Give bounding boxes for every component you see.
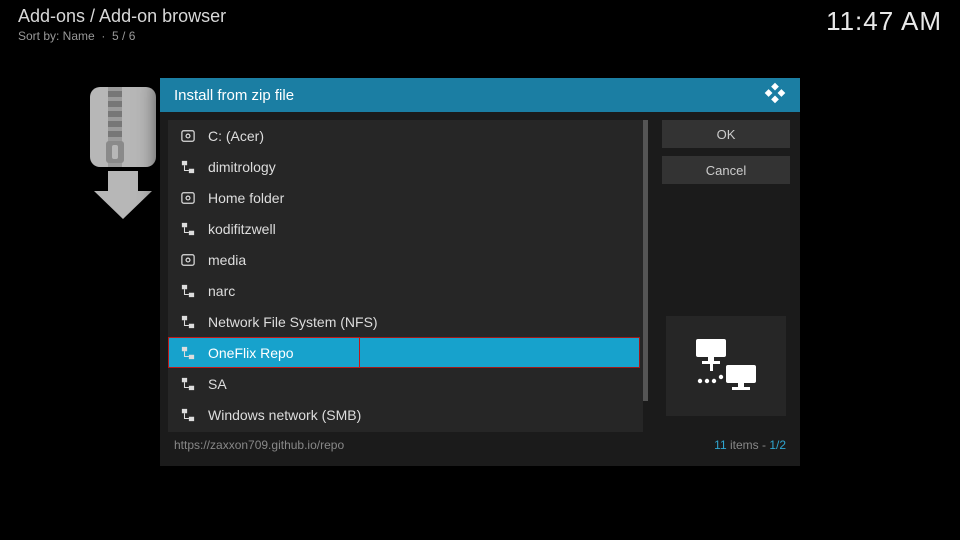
dialog-title: Install from zip file: [174, 87, 294, 104]
sort-label: Sort by: Name: [18, 29, 95, 43]
file-list-item-label: narc: [208, 283, 235, 299]
file-list-item[interactable]: narc: [168, 275, 640, 306]
network-preview-icon: [666, 316, 786, 416]
network-icon: [180, 159, 196, 175]
install-from-zip-dialog: Install from zip file C: (Acer) dimitrolo…: [160, 78, 800, 466]
clock: 11:47 AM: [826, 6, 942, 37]
file-list-item[interactable]: Network File System (NFS): [168, 306, 640, 337]
kodi-logo-icon: [764, 82, 786, 109]
disk-icon: [180, 252, 196, 268]
footer-path: https://zaxxon709.github.io/repo: [174, 438, 344, 452]
network-icon: [180, 376, 196, 392]
file-list-item-label: media: [208, 252, 246, 268]
dialog-footer: https://zaxxon709.github.io/repo 11 item…: [160, 432, 800, 458]
network-icon: [180, 283, 196, 299]
file-list-item[interactable]: media: [168, 244, 640, 275]
network-icon: [180, 407, 196, 423]
footer-item-count: 11 items - 1/2: [714, 438, 786, 452]
file-list-item-label: OneFlix Repo: [208, 345, 294, 361]
cancel-button[interactable]: Cancel: [662, 156, 790, 184]
network-icon: [180, 314, 196, 330]
file-list-item-label: C: (Acer): [208, 128, 264, 144]
breadcrumb: Add-ons / Add-on browser: [18, 6, 226, 27]
file-list-item[interactable]: kodifitzwell: [168, 213, 640, 244]
file-list-item[interactable]: OneFlix Repo: [168, 337, 640, 368]
footer-items-word: items: [730, 438, 759, 452]
network-icon: [180, 345, 196, 361]
disk-icon: [180, 190, 196, 206]
file-list-item-label: Home folder: [208, 190, 284, 206]
footer-page: 1/2: [769, 438, 786, 452]
file-list-item[interactable]: Windows network (SMB): [168, 399, 640, 430]
file-list-item-label: Network File System (NFS): [208, 314, 378, 330]
file-list-item-label: Windows network (SMB): [208, 407, 361, 423]
dialog-side-pane: OK Cancel: [648, 112, 800, 432]
footer-count-number: 11: [714, 438, 726, 452]
sort-position: 5 / 6: [112, 29, 135, 43]
scrollbar-thumb[interactable]: [643, 120, 648, 401]
sort-line: Sort by: Name · 5 / 6: [18, 29, 226, 43]
network-icon: [180, 221, 196, 237]
file-list-item-label: dimitrology: [208, 159, 276, 175]
file-list-item[interactable]: C: (Acer): [168, 120, 640, 151]
scrollbar[interactable]: [643, 120, 648, 432]
file-list-item-label: SA: [208, 376, 227, 392]
file-list-pane: C: (Acer) dimitrology Home folder kodifitzw…: [168, 120, 648, 432]
file-list[interactable]: C: (Acer) dimitrology Home folder kodifitzw…: [168, 120, 640, 432]
file-list-item-label: kodifitzwell: [208, 221, 276, 237]
ok-button[interactable]: OK: [662, 120, 790, 148]
file-list-item[interactable]: dimitrology: [168, 151, 640, 182]
file-list-item[interactable]: SA: [168, 368, 640, 399]
file-list-item[interactable]: Home folder: [168, 182, 640, 213]
dialog-header: Install from zip file: [160, 78, 800, 112]
disk-icon: [180, 128, 196, 144]
